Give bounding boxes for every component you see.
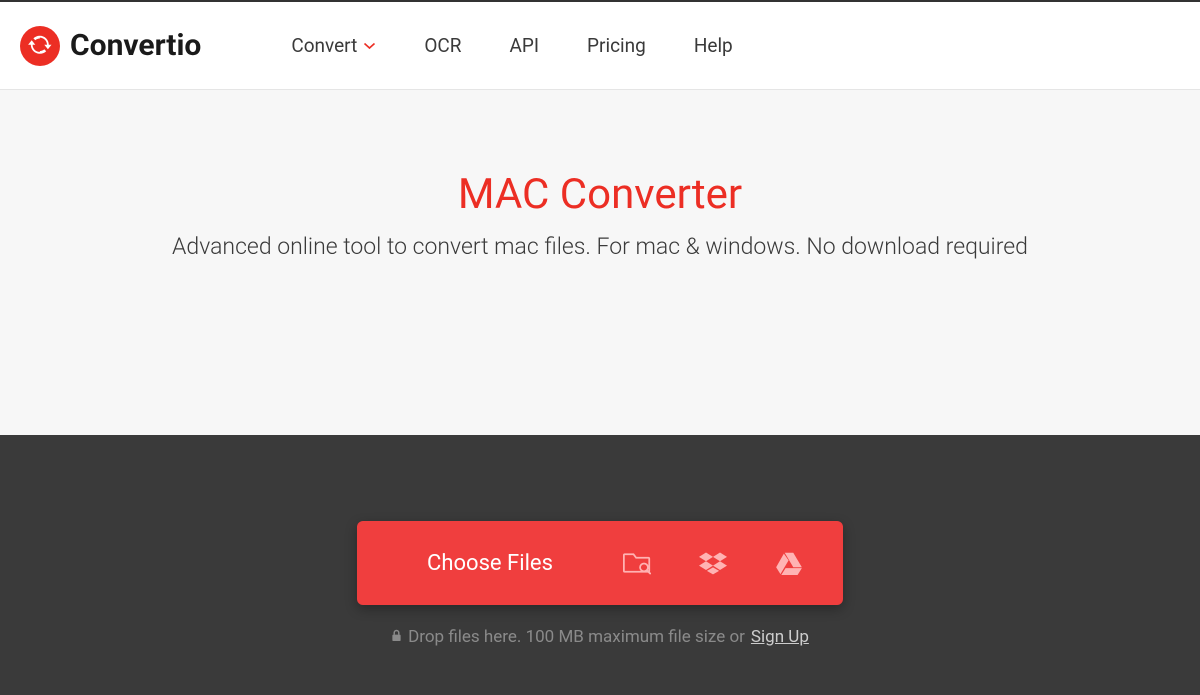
nav-api[interactable]: API [509,34,539,57]
source-icons [623,551,803,575]
convertio-logo-icon [20,26,60,66]
nav-ocr[interactable]: OCR [424,34,461,57]
page-title: MAC Converter [0,170,1200,219]
google-drive-icon[interactable] [775,551,803,575]
logo[interactable]: Convertio [20,26,201,66]
dropbox-icon[interactable] [699,551,727,575]
nav-help[interactable]: Help [694,34,733,57]
main-nav: Convert OCR API Pricing Help [291,34,732,57]
nav-pricing[interactable]: Pricing [587,34,646,57]
main-header: Convertio Convert OCR API Pricing Help [0,2,1200,90]
logo-text: Convertio [70,28,201,63]
page-subtitle: Advanced online tool to convert mac file… [0,233,1200,260]
choose-files-label: Choose Files [427,551,553,576]
upload-section: Choose Files Drop files here. 100 MB max… [0,435,1200,695]
lock-icon [391,629,402,646]
upload-hint: Drop files here. 100 MB maximum file siz… [0,627,1200,647]
choose-files-button[interactable]: Choose Files [357,521,843,605]
nav-convert-label: Convert [291,34,357,57]
chevron-down-icon [363,38,376,54]
upload-hint-text: Drop files here. 100 MB maximum file siz… [408,627,745,647]
hero-section: MAC Converter Advanced online tool to co… [0,90,1200,260]
folder-search-icon[interactable] [623,551,651,575]
nav-convert[interactable]: Convert [291,34,376,57]
signup-link[interactable]: Sign Up [751,627,809,647]
